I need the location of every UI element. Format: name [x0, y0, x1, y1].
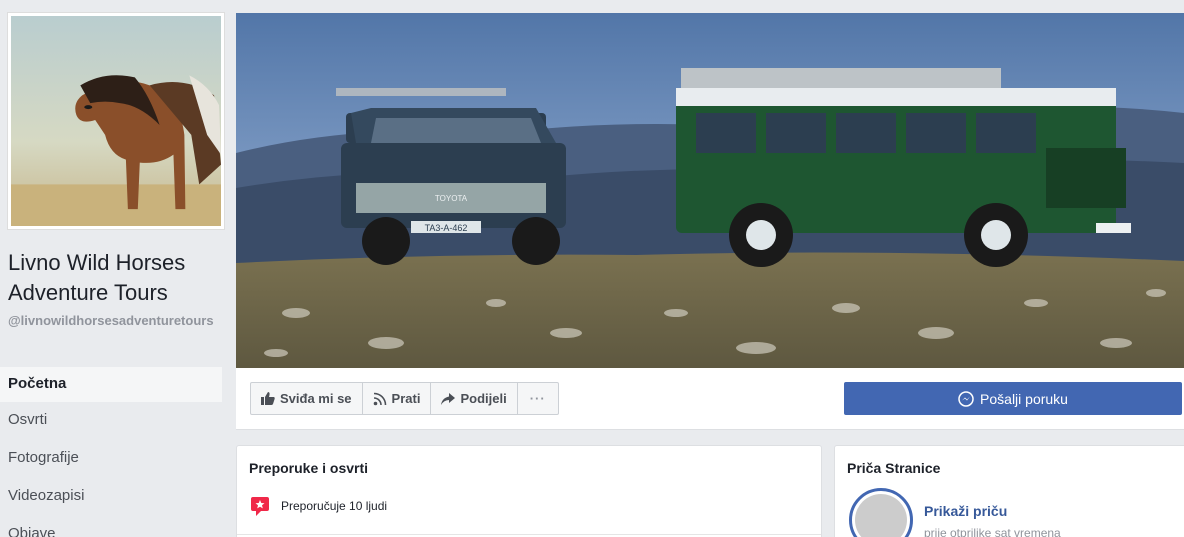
card-divider [237, 534, 821, 535]
cover-photo[interactable]: TA3-A-462 TOYOTA [236, 13, 1184, 368]
more-options-button[interactable]: ··· [518, 383, 558, 414]
nav-item-photos[interactable]: Fotografije [0, 440, 222, 478]
recommendation-count-text: Preporučuje 10 ljudi [281, 499, 388, 513]
recommend-badge-icon [251, 497, 269, 516]
brand-left: TOYOTA [435, 194, 468, 203]
thumbs-up-icon [261, 392, 275, 405]
story-card-title: Priča Stranice [847, 460, 941, 476]
page-title: Livno Wild Horses Adventure Tours [8, 250, 186, 305]
share-arrow-icon [441, 392, 456, 405]
send-message-button[interactable]: Pošalji poruku [844, 382, 1182, 415]
follow-button[interactable]: Prati [363, 383, 432, 414]
send-message-label: Pošalji poruku [980, 390, 1068, 407]
story-avatar[interactable] [849, 488, 913, 537]
page-username[interactable]: @livnowildhorsesadventuretours [8, 312, 228, 329]
horses-photo [11, 16, 221, 226]
license-plate-left: TA3-A-462 [425, 223, 468, 233]
nav-item-home[interactable]: Početna [0, 367, 222, 402]
follow-button-label: Prati [391, 391, 421, 406]
share-button[interactable]: Podijeli [431, 383, 518, 414]
like-button[interactable]: Sviđa mi se [251, 383, 363, 414]
action-button-group: Sviđa mi se Prati Podijeli ··· [250, 382, 559, 415]
page-story-card: Priča Stranice Prikaži priču prije otpri… [834, 445, 1184, 537]
page-nav: Početna Osvrti Fotografije Videozapisi O… [0, 367, 222, 537]
page-action-bar: Sviđa mi se Prati Podijeli ··· Pošalji p… [236, 368, 1184, 430]
messenger-icon [958, 390, 974, 407]
nav-item-reviews[interactable]: Osvrti [0, 402, 222, 440]
story-avatar-image [855, 494, 907, 537]
cover-image: TA3-A-462 TOYOTA [236, 13, 1184, 368]
reviews-card-title: Preporuke i osvrti [249, 460, 369, 476]
story-timestamp: prije otprilike sat vremena [924, 526, 1061, 537]
nav-item-videos[interactable]: Videozapisi [0, 478, 222, 516]
profile-picture[interactable] [7, 12, 225, 230]
share-button-label: Podijeli [460, 391, 507, 406]
like-button-label: Sviđa mi se [280, 391, 352, 406]
recommendation-summary[interactable]: Preporučuje 10 ljudi [249, 495, 387, 517]
reviews-card: Preporuke i osvrti Preporučuje 10 ljudi [236, 445, 822, 537]
nav-item-posts[interactable]: Objave [0, 516, 222, 537]
view-story-link[interactable]: Prikaži priču [924, 503, 1007, 519]
rss-follow-icon [373, 392, 386, 405]
